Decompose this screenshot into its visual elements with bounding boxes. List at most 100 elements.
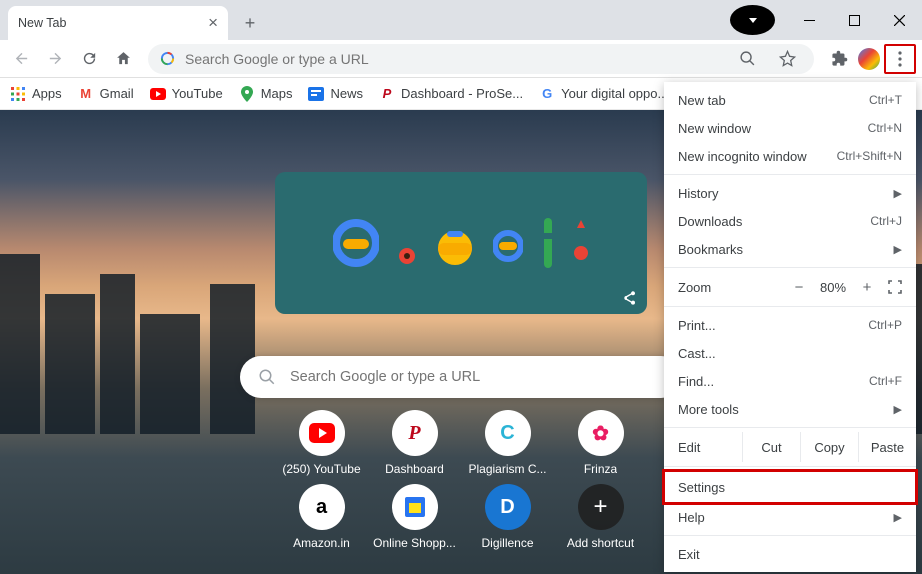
bookmark-label: YouTube: [172, 86, 223, 101]
doodle-letter-l: [541, 213, 555, 273]
zoom-out-button[interactable]: −: [786, 279, 812, 296]
profile-avatar[interactable]: [858, 48, 880, 70]
shortcut-grid: (250) YouTube PDashboard CPlagiarism C..…: [275, 410, 647, 550]
zoom-indicator-icon[interactable]: [732, 44, 762, 74]
bookmark-label: Gmail: [100, 86, 134, 101]
new-tab-button[interactable]: +: [236, 9, 264, 37]
doodle-letter-o2: [435, 213, 475, 273]
window-titlebar: New Tab × +: [0, 0, 922, 40]
account-dropdown-icon[interactable]: [730, 5, 775, 35]
menu-paste[interactable]: Paste: [858, 432, 916, 462]
menu-new-window[interactable]: New windowCtrl+N: [664, 114, 916, 142]
back-button[interactable]: [6, 44, 36, 74]
menu-zoom: Zoom − 80% +: [664, 272, 916, 302]
menu-print[interactable]: Print...Ctrl+P: [664, 311, 916, 339]
shortcut-youtube[interactable]: (250) YouTube: [277, 410, 367, 476]
doodle-letter-g: [333, 213, 379, 273]
menu-separator: [664, 306, 916, 307]
bookmark-digital[interactable]: G Your digital oppo...: [539, 86, 668, 102]
maps-pin-icon: [239, 86, 255, 102]
chrome-menu-button[interactable]: [884, 44, 916, 74]
close-tab-icon[interactable]: ×: [208, 13, 218, 33]
menu-find[interactable]: Find...Ctrl+F: [664, 367, 916, 395]
menu-edit-row: Edit Cut Copy Paste: [664, 432, 916, 462]
menu-history[interactable]: History▶: [664, 179, 916, 207]
google-doodle[interactable]: [275, 172, 647, 314]
chevron-right-icon: ▶: [894, 187, 902, 200]
doodle-letter-g2: [493, 216, 523, 271]
window-controls: [730, 0, 922, 40]
bookmark-label: News: [330, 86, 363, 101]
bookmark-maps[interactable]: Maps: [239, 86, 293, 102]
bookmark-youtube[interactable]: YouTube: [150, 86, 223, 102]
bookmark-gmail[interactable]: M Gmail: [78, 86, 134, 102]
menu-separator: [664, 535, 916, 536]
browser-toolbar: [0, 40, 922, 78]
menu-downloads[interactable]: DownloadsCtrl+J: [664, 207, 916, 235]
search-icon: [258, 368, 276, 386]
google-g-icon: G: [539, 86, 555, 102]
shortcut-label: Plagiarism C...: [468, 462, 546, 476]
shortcut-digillence[interactable]: DDigillence: [463, 484, 553, 550]
zoom-level: 80%: [812, 280, 854, 295]
menu-more-tools[interactable]: More tools▶: [664, 395, 916, 423]
bookmark-label: Apps: [32, 86, 62, 101]
ntp-search-box[interactable]: [240, 356, 682, 398]
shortcut-label: Dashboard: [385, 462, 444, 476]
shortcut-label: (250) YouTube: [282, 462, 360, 476]
chrome-menu: New tabCtrl+T New windowCtrl+N New incog…: [664, 82, 916, 572]
youtube-icon: [150, 86, 166, 102]
shortcut-label: Digillence: [481, 536, 533, 550]
shortcut-label: Online Shopp...: [373, 536, 456, 550]
menu-new-tab[interactable]: New tabCtrl+T: [664, 86, 916, 114]
doodle-letter-e: [573, 218, 589, 268]
reload-button[interactable]: [74, 44, 104, 74]
shortcut-amazon[interactable]: aAmazon.in: [277, 484, 367, 550]
shortcut-label: Add shortcut: [567, 536, 634, 550]
menu-bookmarks[interactable]: Bookmarks▶: [664, 235, 916, 263]
menu-help[interactable]: Help▶: [664, 503, 916, 531]
star-bookmark-icon[interactable]: [772, 44, 802, 74]
apps-icon: [10, 86, 26, 102]
shortcut-flipkart[interactable]: Online Shopp...: [370, 484, 460, 550]
menu-separator: [664, 174, 916, 175]
bookmark-news[interactable]: News: [308, 86, 363, 102]
bookmark-apps[interactable]: Apps: [10, 86, 62, 102]
bookmark-label: Maps: [261, 86, 293, 101]
close-window-button[interactable]: [877, 5, 922, 35]
shortcut-add[interactable]: +Add shortcut: [556, 484, 646, 550]
ntp-search-input[interactable]: [290, 369, 664, 385]
minimize-button[interactable]: [787, 5, 832, 35]
menu-cut[interactable]: Cut: [742, 432, 800, 462]
maximize-button[interactable]: [832, 5, 877, 35]
bookmark-label: Dashboard - ProSe...: [401, 86, 523, 101]
shortcut-dashboard[interactable]: PDashboard: [370, 410, 460, 476]
news-icon: [308, 86, 324, 102]
fullscreen-icon[interactable]: [888, 280, 902, 294]
chevron-right-icon: ▶: [894, 403, 902, 416]
extensions-icon[interactable]: [824, 44, 854, 74]
shortcut-label: Amazon.in: [293, 536, 350, 550]
shortcut-frinza[interactable]: ✿Frinza: [556, 410, 646, 476]
menu-exit[interactable]: Exit: [664, 540, 916, 568]
menu-incognito[interactable]: New incognito windowCtrl+Shift+N: [664, 142, 916, 170]
omnibox-input[interactable]: [185, 51, 722, 67]
gmail-icon: M: [78, 86, 94, 102]
zoom-in-button[interactable]: +: [854, 279, 880, 296]
forward-button[interactable]: [40, 44, 70, 74]
google-icon: [160, 51, 175, 66]
menu-separator: [664, 466, 916, 467]
shortcut-plagiarism[interactable]: CPlagiarism C...: [463, 410, 553, 476]
tab-title: New Tab: [18, 16, 66, 30]
share-icon[interactable]: [621, 290, 637, 306]
menu-cast[interactable]: Cast...: [664, 339, 916, 367]
bookmark-dashboard[interactable]: P Dashboard - ProSe...: [379, 86, 523, 102]
bookmark-label: Your digital oppo...: [561, 86, 668, 101]
chevron-right-icon: ▶: [894, 243, 902, 256]
menu-copy[interactable]: Copy: [800, 432, 858, 462]
address-bar[interactable]: [148, 44, 814, 74]
menu-separator: [664, 427, 916, 428]
browser-tab[interactable]: New Tab ×: [8, 6, 228, 40]
menu-settings[interactable]: Settings: [664, 471, 916, 503]
home-button[interactable]: [108, 44, 138, 74]
